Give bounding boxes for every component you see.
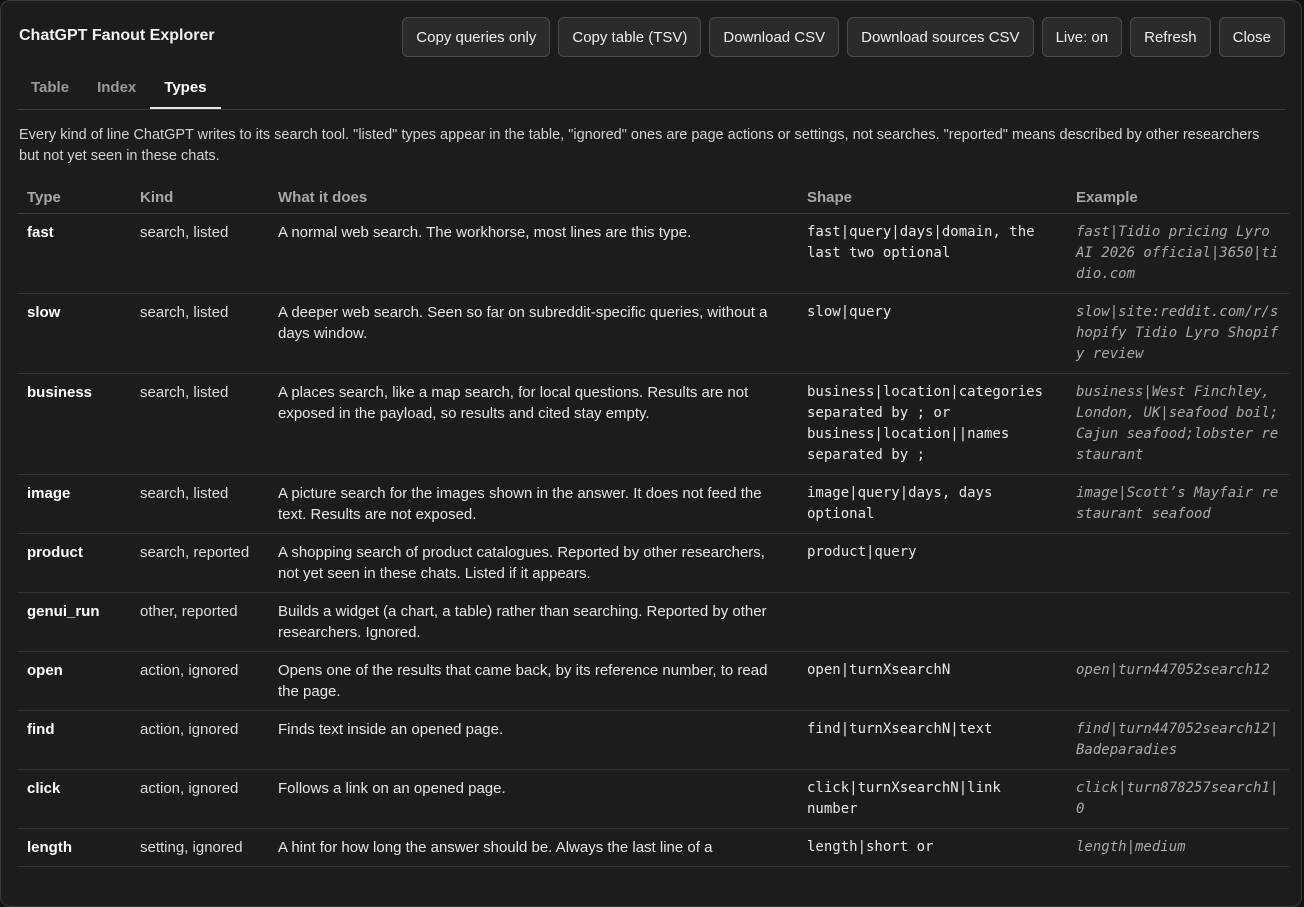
cell-shape: business|location|categories separated b… (797, 373, 1066, 475)
cell-example: fast|Tidio pricing Lyro AI 2026 official… (1066, 213, 1289, 294)
cell-what: A places search, like a map search, for … (268, 373, 797, 475)
cell-type: length (17, 828, 130, 867)
table-row: find action, ignored Finds text inside a… (17, 710, 1289, 770)
tab-types[interactable]: Types (150, 71, 221, 109)
cell-type: genui_run (17, 592, 130, 652)
cell-example: find|turn447052search12|Badeparadies (1066, 710, 1289, 770)
cell-example: click|turn878257search1|0 (1066, 769, 1289, 829)
types-table-container: Type Kind What it does Shape Example fas… (17, 181, 1289, 867)
header: ChatGPT Fanout Explorer Copy queries onl… (1, 1, 1301, 73)
cell-example: slow|site:reddit.com/r/shopify Tidio Lyr… (1066, 293, 1289, 374)
table-row: click action, ignored Follows a link on … (17, 769, 1289, 829)
column-header-example: Example (1066, 181, 1289, 214)
tab-divider (17, 109, 1285, 110)
cell-example (1066, 533, 1289, 593)
cell-type: click (17, 769, 130, 829)
refresh-button[interactable]: Refresh (1130, 17, 1211, 57)
cell-kind: action, ignored (130, 769, 268, 829)
cell-type: image (17, 474, 130, 534)
cell-shape: open|turnXsearchN (797, 651, 1066, 711)
copy-table-button[interactable]: Copy table (TSV) (558, 17, 702, 57)
cell-example: length|medium (1066, 828, 1289, 867)
cell-shape (797, 592, 1066, 652)
app-title: ChatGPT Fanout Explorer (19, 27, 215, 44)
close-button[interactable]: Close (1218, 17, 1285, 57)
table-row: image search, listed A picture search fo… (17, 474, 1289, 534)
cell-example: open|turn447052search12 (1066, 651, 1289, 711)
table-row: length setting, ignored A hint for how l… (17, 828, 1289, 867)
cell-type: find (17, 710, 130, 770)
cell-example: business|West Finchley, London, UK|seafo… (1066, 373, 1289, 475)
column-header-shape: Shape (797, 181, 1066, 214)
cell-shape: image|query|days, days optional (797, 474, 1066, 534)
cell-what: Follows a link on an opened page. (268, 769, 797, 829)
cell-what: Opens one of the results that came back,… (268, 651, 797, 711)
cell-kind: setting, ignored (130, 828, 268, 867)
cell-what: A deeper web search. Seen so far on subr… (268, 293, 797, 374)
download-csv-button[interactable]: Download CSV (709, 17, 840, 57)
cell-type: open (17, 651, 130, 711)
column-header-what: What it does (268, 181, 797, 214)
cell-what: Builds a widget (a chart, a table) rathe… (268, 592, 797, 652)
cell-shape: length|short or (797, 828, 1066, 867)
cell-kind: search, listed (130, 213, 268, 294)
column-header-type: Type (17, 181, 130, 214)
table-row: open action, ignored Opens one of the re… (17, 651, 1289, 711)
live-toggle-button[interactable]: Live: on (1041, 17, 1123, 57)
cell-what: A hint for how long the answer should be… (268, 828, 797, 867)
explorer-panel: ChatGPT Fanout Explorer Copy queries onl… (0, 0, 1302, 907)
table-row: slow search, listed A deeper web search.… (17, 293, 1289, 374)
cell-what: A normal web search. The workhorse, most… (268, 213, 797, 294)
tab-bar: Table Index Types (17, 71, 221, 109)
cell-type: slow (17, 293, 130, 374)
toolbar: Copy queries only Copy table (TSV) Downl… (402, 17, 1285, 57)
cell-shape: click|turnXsearchN|link number (797, 769, 1066, 829)
cell-kind: search, listed (130, 474, 268, 534)
table-row: fast search, listed A normal web search.… (17, 213, 1289, 294)
cell-kind: search, listed (130, 373, 268, 475)
table-header-row: Type Kind What it does Shape Example (17, 181, 1289, 214)
cell-type: product (17, 533, 130, 593)
cell-example (1066, 592, 1289, 652)
cell-what: A shopping search of product catalogues.… (268, 533, 797, 593)
cell-kind: search, reported (130, 533, 268, 593)
cell-type: fast (17, 213, 130, 294)
tab-table[interactable]: Table (17, 71, 83, 109)
cell-shape: product|query (797, 533, 1066, 593)
cell-kind: action, ignored (130, 651, 268, 711)
download-sources-csv-button[interactable]: Download sources CSV (847, 17, 1034, 57)
cell-type: business (17, 373, 130, 475)
cell-kind: other, reported (130, 592, 268, 652)
cell-shape: slow|query (797, 293, 1066, 374)
cell-kind: search, listed (130, 293, 268, 374)
cell-what: Finds text inside an opened page. (268, 710, 797, 770)
column-header-kind: Kind (130, 181, 268, 214)
cell-shape: find|turnXsearchN|text (797, 710, 1066, 770)
table-row: product search, reported A shopping sear… (17, 533, 1289, 593)
cell-what: A picture search for the images shown in… (268, 474, 797, 534)
cell-shape: fast|query|days|domain, the last two opt… (797, 213, 1066, 294)
cell-kind: action, ignored (130, 710, 268, 770)
cell-example: image|Scott’s Mayfair restaurant seafood (1066, 474, 1289, 534)
intro-text: Every kind of line ChatGPT writes to its… (19, 127, 1260, 164)
table-row: business search, listed A places search,… (17, 373, 1289, 475)
types-table: Type Kind What it does Shape Example fas… (17, 181, 1289, 867)
tab-index[interactable]: Index (83, 71, 150, 109)
copy-queries-button[interactable]: Copy queries only (402, 17, 551, 57)
table-row: genui_run other, reported Builds a widge… (17, 592, 1289, 652)
